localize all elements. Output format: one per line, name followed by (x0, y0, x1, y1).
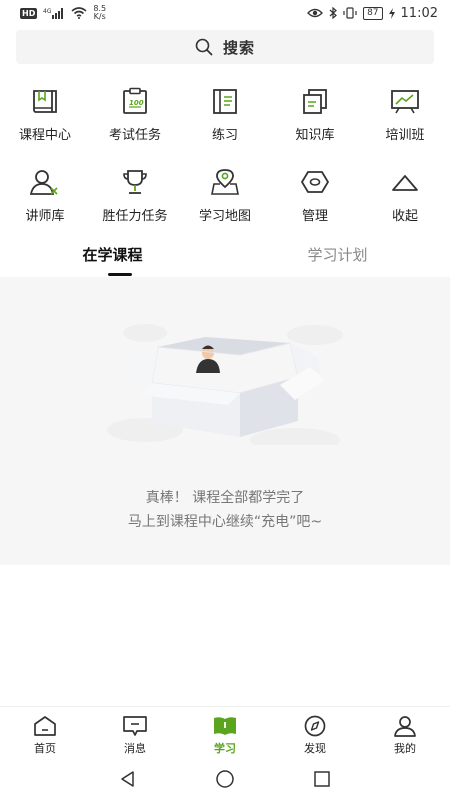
feature-learning-map[interactable]: 学习地图 (180, 165, 270, 224)
back-button[interactable] (108, 764, 148, 794)
charging-icon (388, 7, 395, 19)
home-icon (34, 716, 56, 736)
feature-label: 讲师库 (25, 209, 65, 224)
status-left: HD 4G 8.5 K/s (20, 5, 106, 21)
trophy-icon (123, 170, 147, 194)
bluetooth-icon (329, 7, 337, 19)
battery-level: 87 (363, 6, 383, 20)
exam-icon: 100 (123, 87, 147, 114)
hexagon-nut-icon (300, 171, 330, 193)
feature-label: 学习地图 (198, 209, 251, 224)
map-pin-icon (211, 169, 239, 195)
profile-icon (394, 716, 416, 737)
empty-message-secondary: 马上到课程中心继续“充电”吧~ (127, 514, 323, 530)
nav-study[interactable]: 学习 (180, 707, 270, 758)
feature-lecturer-library[interactable]: 讲师库 (0, 165, 90, 224)
feature-label: 管理 (301, 209, 328, 224)
nav-discover[interactable]: 发现 (270, 707, 360, 758)
collapse-icon (392, 175, 418, 191)
recents-button[interactable] (302, 764, 342, 794)
feature-practice[interactable]: 练习 (180, 84, 270, 143)
feature-label: 胜任力任务 (102, 209, 168, 224)
nav-messages[interactable]: 消息 (90, 707, 180, 758)
search-label: 搜索 (222, 38, 255, 57)
feature-grid: 课程中心 100 考试任务 练习 知识库 培训班 讲师库 胜任力任务 学习地图 … (0, 84, 450, 224)
tab-indicator (108, 273, 132, 276)
vibrate-icon (343, 7, 357, 19)
course-tabs: 在学课程 学习计划 (0, 240, 450, 276)
bottom-nav: 首页 消息 学习 发现 我的 (0, 706, 450, 758)
study-icon (214, 717, 236, 735)
feature-label: 培训班 (385, 128, 425, 143)
lecturer-icon (29, 170, 58, 195)
nav-label: 发现 (304, 742, 326, 755)
status-bar: HD 4G 8.5 K/s 87 11:02 (0, 0, 450, 26)
training-icon (391, 90, 419, 114)
feature-label: 收起 (391, 209, 418, 224)
net-speed: 8.5 K/s (93, 5, 106, 21)
system-nav-bar (0, 758, 450, 800)
wifi-icon (71, 7, 87, 19)
nav-label: 学习 (214, 742, 236, 755)
tab-learning-plan[interactable]: 学习计划 (225, 240, 450, 276)
feature-course-center[interactable]: 课程中心 (0, 84, 90, 143)
search-bar[interactable]: 搜索 (16, 30, 434, 64)
nav-profile[interactable]: 我的 (360, 707, 450, 758)
home-button[interactable] (205, 764, 245, 794)
empty-state: 真棒！ 课程全部都学完了 马上到课程中心继续“充电”吧~ (0, 277, 450, 565)
recents-square-icon (313, 771, 330, 787)
feature-collapse[interactable]: 收起 (360, 165, 450, 224)
nav-home[interactable]: 首页 (0, 707, 90, 758)
book-icon (33, 90, 57, 113)
feature-label: 知识库 (295, 128, 335, 143)
net-speed-unit: K/s (93, 12, 106, 21)
nav-label: 我的 (394, 742, 416, 755)
empty-box-illustration (107, 324, 343, 445)
feature-label: 练习 (211, 128, 238, 143)
feature-training-class[interactable]: 培训班 (360, 84, 450, 143)
feature-label: 课程中心 (18, 128, 71, 143)
hd-badge: HD (20, 7, 38, 19)
feature-label: 考试任务 (108, 128, 161, 143)
practice-icon (213, 89, 237, 114)
svg-text:100: 100 (129, 99, 144, 107)
feature-knowledge-base[interactable]: 知识库 (270, 84, 360, 143)
empty-message-primary: 真棒！ 课程全部都学完了 (145, 490, 305, 506)
eye-icon (307, 8, 323, 18)
feature-exam-task[interactable]: 100 考试任务 (90, 84, 180, 143)
message-icon (123, 716, 147, 736)
nav-label: 消息 (124, 742, 146, 755)
net-type-label: 4G (43, 8, 52, 15)
compass-icon (304, 715, 326, 737)
feature-competency-task[interactable]: 胜任力任务 (90, 165, 180, 224)
search-icon (195, 38, 213, 56)
clock: 11:02 (400, 5, 438, 21)
back-triangle-icon (121, 771, 135, 787)
tab-current-courses[interactable]: 在学课程 (0, 240, 225, 276)
nav-label: 首页 (34, 742, 56, 755)
feature-management[interactable]: 管理 (270, 165, 360, 224)
knowledge-icon (303, 89, 327, 114)
signal-icon: 4G (43, 8, 64, 19)
home-circle-icon (216, 770, 234, 788)
status-right: 87 11:02 (307, 6, 438, 21)
